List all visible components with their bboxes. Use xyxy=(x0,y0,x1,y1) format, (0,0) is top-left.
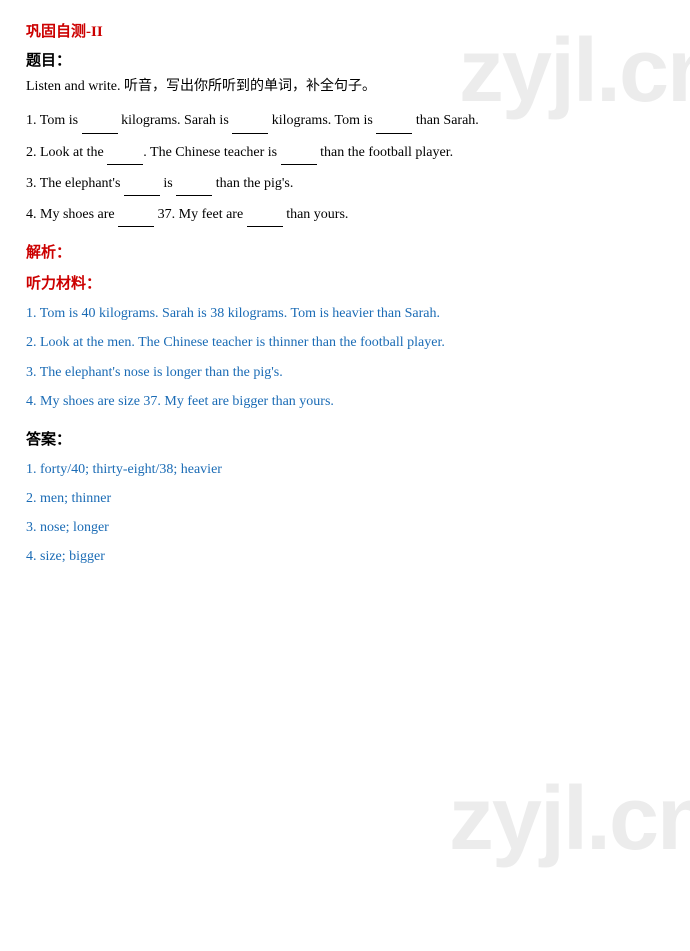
answer-label: 答案： xyxy=(26,428,664,449)
blank-3-2 xyxy=(176,180,212,196)
listening-material-label: 听力材料： xyxy=(26,272,664,293)
question-label: 题目： xyxy=(26,49,664,70)
listening-item-1: 1. Tom is 40 kilograms. Sarah is 38 kilo… xyxy=(26,301,664,326)
blank-1-3 xyxy=(376,118,412,134)
question-4: 4. My shoes are 37. My feet are than you… xyxy=(26,202,664,227)
listening-item-2: 2. Look at the men. The Chinese teacher … xyxy=(26,330,664,355)
question-1: 1. Tom is kilograms. Sarah is kilograms.… xyxy=(26,108,664,133)
listening-item-4: 4. My shoes are size 37. My feet are big… xyxy=(26,389,664,414)
answer-item-4: 4. size; bigger xyxy=(26,544,664,569)
blank-1-1 xyxy=(82,118,118,134)
page-container: 巩固自测-II 题目： Listen and write. 听音，写出你所听到的… xyxy=(0,0,690,594)
blank-3-1 xyxy=(124,180,160,196)
analysis-label: 解析： xyxy=(26,241,664,262)
blank-2-1 xyxy=(107,149,143,165)
answer-section: 答案： 1. forty/40; thirty-eight/38; heavie… xyxy=(26,428,664,570)
answer-item-1: 1. forty/40; thirty-eight/38; heavier xyxy=(26,457,664,482)
question-2: 2. Look at the . The Chinese teacher is … xyxy=(26,140,664,165)
instruction-text: Listen and write. 听音，写出你所听到的单词，补全句子。 xyxy=(26,76,664,98)
analysis-section: 解析： xyxy=(26,241,664,262)
listening-item-3: 3. The elephant's nose is longer than th… xyxy=(26,360,664,385)
answer-item-3: 3. nose; longer xyxy=(26,515,664,540)
blank-4-1 xyxy=(118,211,154,227)
answer-item-2: 2. men; thinner xyxy=(26,486,664,511)
page-title: 巩固自测-II xyxy=(26,20,664,41)
question-3: 3. The elephant's is than the pig's. xyxy=(26,171,664,196)
blank-2-2 xyxy=(281,149,317,165)
blank-1-2 xyxy=(232,118,268,134)
blank-4-2 xyxy=(247,211,283,227)
